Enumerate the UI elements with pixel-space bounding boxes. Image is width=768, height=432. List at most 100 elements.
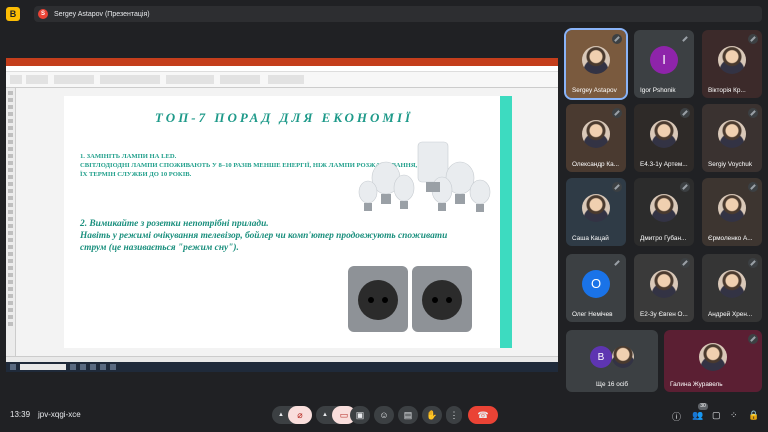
chevron-up-icon[interactable]: ▲	[278, 412, 284, 418]
participant-name: Е2-3у Євген О...	[640, 311, 688, 318]
participant-photo	[699, 343, 727, 372]
presentation-bar: B S Sergey Astapov (Презентація)	[6, 6, 762, 22]
activities-icon[interactable]: ⁘	[730, 410, 738, 421]
participant-name: Igor Pshonik	[640, 87, 676, 94]
participant-name: Е4.3-1у Артем...	[640, 161, 688, 168]
participant-name: Олександр Ка...	[572, 161, 619, 168]
meeting-controls-bar: 13:39 jpv-xqgi-xce ▲ ⌀ ▲ ▭ ▣ ☺ ▤ ✋ ⋮ ☎ ⓘ…	[0, 398, 768, 432]
tip-2: 2. Вимикайте з розетки непотрібні прилад…	[80, 218, 460, 254]
participant-tile[interactable]: I Igor Pshonik	[634, 30, 694, 98]
participant-photo	[718, 193, 746, 222]
participant-tile-last[interactable]: Галина Журавель	[664, 330, 762, 392]
windows-taskbar	[6, 362, 558, 372]
powerpoint-titlebar	[6, 58, 558, 66]
participant-photo	[718, 119, 746, 148]
presenter-label: Sergey Astapov (Презентація)	[54, 10, 150, 18]
tip-2-heading: 2. Вимикайте з розетки непотрібні прилад…	[80, 219, 269, 229]
mic-off-icon	[612, 182, 622, 192]
participant-tile[interactable]: Олександр Ка...	[566, 104, 626, 172]
raise-hand-button[interactable]: ✋	[422, 406, 442, 424]
participant-tile[interactable]: Sergiy Voychuk	[702, 104, 762, 172]
participant-name: Дмитро Губан...	[640, 235, 687, 242]
more-participants-tile[interactable]: B Ще 16 осіб	[566, 330, 658, 392]
participant-name: Олег Немічев	[572, 311, 613, 318]
presenter-avatar-icon: S	[38, 9, 48, 19]
participant-name: Єрмоленко А...	[708, 235, 753, 242]
participant-tile[interactable]: Андрей Хрен...	[702, 254, 762, 322]
reactions-button[interactable]: ☺	[374, 406, 394, 424]
sockets-image	[348, 266, 472, 332]
slide-accent-strip	[500, 96, 512, 348]
participant-photo	[582, 45, 610, 74]
people-count-badge: 30	[698, 403, 708, 410]
led-bulbs-image	[358, 141, 491, 212]
participant-photo	[718, 269, 746, 298]
participant-name: Андрей Хрен...	[708, 311, 753, 318]
mic-off-icon	[748, 34, 758, 44]
mic-off-icon	[748, 334, 758, 344]
presenter-chip[interactable]: S Sergey Astapov (Презентація)	[34, 6, 762, 22]
mic-off-icon	[748, 258, 758, 268]
hang-up-icon: ☎	[477, 409, 489, 420]
captions-icon: ▣	[355, 409, 365, 420]
emoji-icon: ☺	[379, 410, 389, 420]
participant-photo	[582, 119, 610, 148]
mic-off-icon[interactable]: ⌀	[288, 406, 312, 424]
chat-icon[interactable]: ▢	[712, 410, 721, 421]
meeting-code: jpv-xqgi-xce	[38, 410, 81, 419]
participant-name: Вікторія Кр...	[708, 87, 746, 94]
slide-thumbnails-panel	[6, 88, 16, 356]
leave-call-button[interactable]: ☎	[468, 406, 498, 424]
more-participants-avatar: B	[589, 346, 612, 369]
shared-screen: ТОП-7 ПОРАД ДЛЯ ЕКОНОМІЇ 1. Замініть лам…	[6, 58, 558, 372]
mic-off-icon	[612, 108, 622, 118]
mic-off-icon	[748, 182, 758, 192]
participant-avatar: О	[582, 269, 610, 298]
participant-tile[interactable]: Sergey Astapov	[564, 28, 628, 100]
mic-off-icon	[680, 34, 690, 44]
participant-name: Sergiy Voychuk	[708, 161, 753, 168]
hand-icon: ✋	[426, 409, 438, 420]
info-icon[interactable]: ⓘ	[672, 410, 681, 423]
mic-off-icon	[680, 182, 690, 192]
more-participants-photo	[612, 346, 635, 369]
participant-tile[interactable]: Вікторія Кр...	[702, 30, 762, 98]
participant-name: Галина Журавель	[670, 381, 723, 388]
mic-off-icon	[612, 258, 622, 268]
participant-photo	[650, 269, 678, 298]
windows-start-icon[interactable]	[10, 364, 16, 370]
participant-tile[interactable]: Дмитро Губан...	[634, 178, 694, 246]
participant-photo	[650, 119, 678, 148]
mic-off-icon	[748, 108, 758, 118]
participant-photo	[718, 45, 746, 74]
meet-window: B S Sergey Astapov (Презентація) ТОП-7 П…	[0, 0, 768, 432]
participant-avatar: I	[650, 45, 678, 74]
participant-photo	[650, 193, 678, 222]
people-icon[interactable]: 👥	[692, 410, 703, 421]
more-options-button[interactable]: ⋮	[446, 406, 462, 424]
mic-control[interactable]: ▲ ⌀	[272, 406, 312, 424]
captions-button[interactable]: ▣	[350, 406, 370, 424]
participant-tile[interactable]: Е2-3у Євген О...	[634, 254, 694, 322]
host-controls-icon[interactable]: 🔒	[748, 410, 759, 421]
participant-tile[interactable]: Е4.3-1у Артем...	[634, 104, 694, 172]
more-participants-label: Ще 16 осіб	[596, 381, 629, 388]
present-button[interactable]: ▤	[398, 406, 418, 424]
mic-off-icon	[680, 258, 690, 268]
participant-name: Саша Кацай	[572, 235, 609, 242]
participant-name: Sergey Astapov	[572, 87, 617, 94]
slide-title: ТОП-7 ПОРАД ДЛЯ ЕКОНОМІЇ	[154, 110, 414, 125]
present-screen-icon: ▤	[403, 409, 413, 420]
participant-tile[interactable]: О Олег Немічев	[566, 254, 626, 322]
participant-tile[interactable]: Саша Кацай	[566, 178, 626, 246]
mic-off-icon	[680, 108, 690, 118]
participant-tile[interactable]: Єрмоленко А...	[702, 178, 762, 246]
powerpoint-ribbon	[6, 72, 558, 88]
slide-canvas: ТОП-7 ПОРАД ДЛЯ ЕКОНОМІЇ 1. Замініть лам…	[64, 96, 512, 348]
clock: 13:39	[10, 410, 31, 419]
participant-photo	[582, 193, 610, 222]
tip-2-text: Навіть у режимі очікування телевізор, бо…	[80, 231, 448, 253]
taskbar-search[interactable]	[20, 364, 66, 370]
mic-off-icon	[612, 34, 622, 44]
chevron-up-icon[interactable]: ▲	[322, 412, 328, 418]
